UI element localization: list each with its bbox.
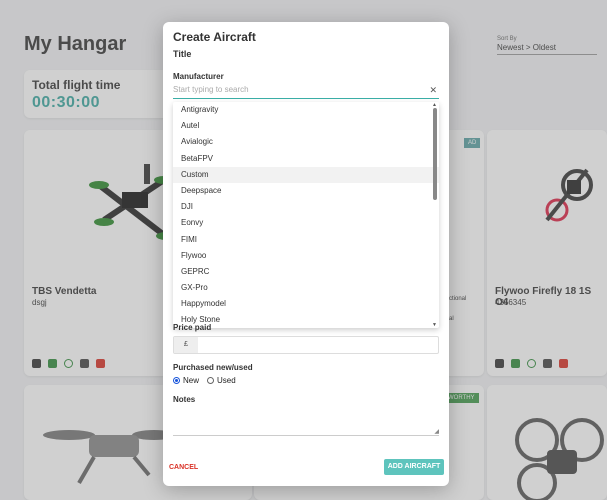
- radio-new[interactable]: New: [173, 376, 199, 385]
- create-aircraft-dialog: Create Aircraft Title Manufacturer ✕ Ant…: [163, 22, 449, 486]
- purchased-radio-group: New Used: [173, 376, 236, 385]
- dropdown-option[interactable]: Custom: [173, 166, 439, 183]
- dropdown-option[interactable]: GX-Pro: [173, 280, 439, 296]
- clear-icon[interactable]: ✕: [429, 85, 437, 96]
- price-field[interactable]: £: [173, 336, 439, 354]
- dropdown-option[interactable]: DJI: [173, 199, 439, 215]
- manufacturer-dropdown: Antigravity Autel Avialogic BetaFPV Custom De…: [173, 102, 439, 328]
- purchased-label: Purchased new/used: [173, 363, 253, 372]
- dropdown-option[interactable]: FIMI: [173, 232, 439, 248]
- dropdown-option[interactable]: Happymodel: [173, 296, 439, 312]
- scroll-down-icon[interactable]: ▼: [432, 322, 437, 328]
- dropdown-option[interactable]: GEPRC: [173, 264, 439, 280]
- notes-textarea[interactable]: ◢: [173, 406, 439, 436]
- dropdown-option[interactable]: Flywoo: [173, 248, 439, 264]
- scrollbar-thumb[interactable]: [433, 108, 437, 200]
- cancel-button[interactable]: CANCEL: [169, 462, 198, 473]
- radio-used-button[interactable]: [207, 377, 215, 384]
- dropdown-option[interactable]: BetaFPV: [173, 151, 439, 167]
- radio-used-label: Used: [217, 376, 236, 385]
- dropdown-option[interactable]: Autel: [173, 118, 439, 134]
- radio-new-button[interactable]: [173, 377, 180, 384]
- dropdown-option[interactable]: Holy Stone: [173, 312, 439, 328]
- dialog-title: Create Aircraft: [173, 30, 256, 44]
- manufacturer-search-field[interactable]: ✕: [173, 85, 439, 99]
- dropdown-scrollbar[interactable]: ▲ ▼: [432, 102, 438, 328]
- dropdown-option[interactable]: Eonvy: [173, 215, 439, 231]
- manufacturer-label: Manufacturer: [173, 72, 224, 81]
- title-field-label: Title: [173, 49, 192, 59]
- radio-used[interactable]: Used: [207, 376, 236, 385]
- dropdown-option[interactable]: Antigravity: [173, 102, 439, 118]
- dropdown-option[interactable]: Deepspace: [173, 183, 439, 199]
- manufacturer-search-input[interactable]: [173, 85, 423, 94]
- notes-label: Notes: [173, 395, 196, 404]
- resize-handle-icon[interactable]: ◢: [434, 428, 439, 435]
- currency-prefix: £: [174, 337, 198, 353]
- dropdown-option[interactable]: Avialogic: [173, 134, 439, 150]
- radio-new-label: New: [183, 376, 200, 385]
- add-aircraft-button[interactable]: ADD AIRCRAFT: [384, 459, 444, 475]
- price-label: Price paid: [173, 323, 212, 332]
